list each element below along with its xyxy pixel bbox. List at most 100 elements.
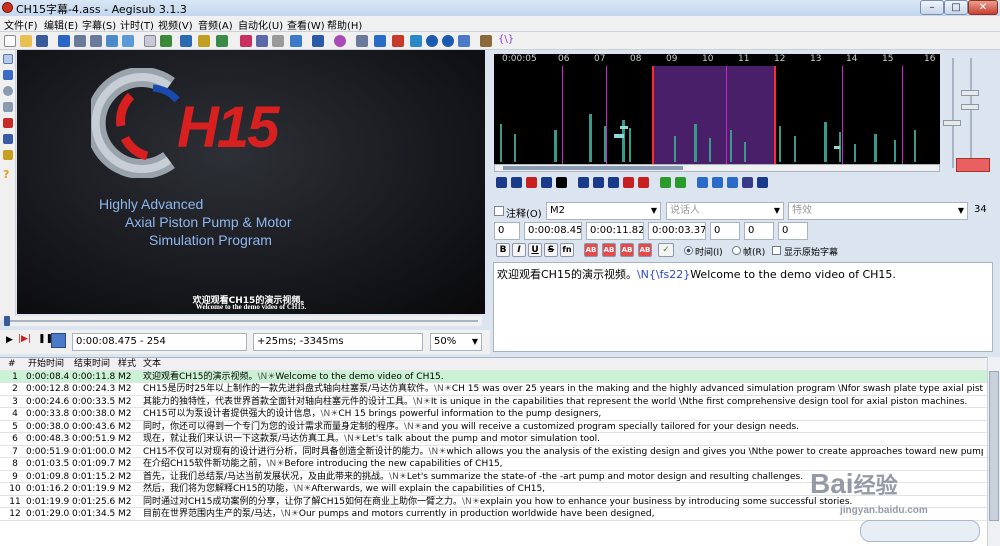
- play-500-start-icon[interactable]: [608, 177, 619, 188]
- bold-button[interactable]: B: [496, 243, 510, 257]
- margin-right-field[interactable]: 0: [744, 222, 774, 240]
- standard-tool-icon[interactable]: [3, 54, 13, 64]
- actor-field[interactable]: 说话人 ▼: [666, 202, 784, 220]
- video-zoom-select[interactable]: 50% ▼: [430, 333, 482, 351]
- font-size-field[interactable]: 34: [971, 202, 993, 220]
- auto-next-icon[interactable]: [712, 177, 723, 188]
- table-row[interactable]: 3 0:00:24.620:00:33.52M2 其能力的独特性，代表世界首款全面针…: [0, 396, 987, 408]
- timing-post-icon[interactable]: [216, 35, 228, 47]
- primary-color-button[interactable]: AB: [584, 243, 598, 257]
- shadow-color-button[interactable]: AB: [638, 243, 652, 257]
- play-line-icon[interactable]: |▶|: [18, 334, 31, 344]
- translation-icon[interactable]: [290, 35, 302, 47]
- audio-timeline-ruler[interactable]: 0:00:05 06 07 08 09 10 11 12 13 14 15 16: [494, 54, 940, 66]
- rotate-xy-icon[interactable]: [3, 102, 13, 112]
- auto-commit-icon[interactable]: [697, 177, 708, 188]
- margin-left-field[interactable]: 0: [710, 222, 740, 240]
- play-before-icon[interactable]: [578, 177, 589, 188]
- table-row[interactable]: 12 0:01:29.040:01:34.57M2 目前在世界范围内生产的泵/马达，…: [0, 508, 987, 521]
- goto-icon[interactable]: [675, 177, 686, 188]
- play-current-icon[interactable]: [541, 177, 552, 188]
- export-icon[interactable]: [106, 35, 118, 47]
- play-500-end-icon[interactable]: [623, 177, 634, 188]
- open-file-icon[interactable]: [20, 35, 32, 47]
- kanji-timer-icon[interactable]: [240, 35, 252, 47]
- comment-checkbox[interactable]: [494, 206, 504, 216]
- frame-radio[interactable]: [732, 246, 741, 255]
- shift-times-icon[interactable]: [356, 35, 368, 47]
- save-file-icon[interactable]: [36, 35, 48, 47]
- close-button[interactable]: ✕: [968, 0, 998, 15]
- menu-timing[interactable]: 计时(T): [120, 17, 154, 32]
- effect-field[interactable]: 特效 ▼: [788, 202, 968, 220]
- clip-tool-icon[interactable]: [3, 134, 13, 144]
- end-time-field[interactable]: 0:00:11.82: [586, 222, 644, 240]
- grid-scroll-thumb[interactable]: [989, 371, 999, 521]
- jump-to-icon[interactable]: [58, 35, 70, 47]
- fonts-collector-icon[interactable]: [180, 35, 192, 47]
- replace-icon[interactable]: [90, 35, 102, 47]
- strikeout-button[interactable]: S: [544, 243, 558, 257]
- video-time-field[interactable]: 0:00:08.475 - 254: [72, 333, 247, 351]
- menu-video[interactable]: 视频(V): [158, 17, 193, 32]
- start-time-field[interactable]: 0:00:08.45: [524, 222, 582, 240]
- check-icon[interactable]: [458, 35, 470, 47]
- commit-button[interactable]: ✓: [658, 243, 674, 257]
- attachments-icon[interactable]: [160, 35, 172, 47]
- drag-tool-icon[interactable]: [3, 70, 13, 80]
- resample-icon[interactable]: [198, 35, 210, 47]
- table-row[interactable]: 1 0:00:08.450:00:11.82M2 欢迎观看CH15的演示视频。\N☀…: [0, 370, 987, 383]
- find-icon[interactable]: [74, 35, 86, 47]
- menu-file[interactable]: 文件(F): [4, 17, 38, 32]
- seek-thumb[interactable]: [4, 316, 10, 326]
- stop-icon[interactable]: [556, 177, 567, 188]
- duration-field[interactable]: 0:00:03.37: [648, 222, 706, 240]
- margin-vertical-field[interactable]: 0: [778, 222, 808, 240]
- detach-video-icon[interactable]: [334, 35, 346, 47]
- spell-check-icon[interactable]: [256, 35, 268, 47]
- styles-manager-icon[interactable]: [144, 35, 156, 47]
- prev-line-icon[interactable]: [496, 177, 507, 188]
- properties-icon[interactable]: [122, 35, 134, 47]
- autoload-tag-label[interactable]: {\}: [498, 34, 514, 45]
- italic-button[interactable]: I: [512, 243, 526, 257]
- time-radio[interactable]: [684, 246, 693, 255]
- audio-scrollbar[interactable]: [494, 164, 940, 172]
- vertical-zoom-slider[interactable]: [943, 120, 961, 126]
- play-after-icon[interactable]: [593, 177, 604, 188]
- play-selection-icon[interactable]: [526, 177, 537, 188]
- snap-start-icon[interactable]: [374, 35, 386, 47]
- options-icon[interactable]: [480, 35, 492, 47]
- maximize-button[interactable]: □: [944, 0, 968, 15]
- play-to-end-icon[interactable]: [638, 177, 649, 188]
- tag-icon[interactable]: [272, 35, 284, 47]
- auto-scroll-icon[interactable]: [51, 333, 66, 348]
- table-row[interactable]: 5 0:00:38.080:00:43.62M2 同时，你还可以得到一个专门为您的设…: [0, 421, 987, 433]
- style-select[interactable]: M2 ▼: [546, 202, 661, 220]
- subtitle-text-edit[interactable]: 欢迎观看CH15的演示视频。\N{\fs22}Welcome to the de…: [493, 262, 993, 352]
- karaoke-icon[interactable]: [757, 177, 768, 188]
- menu-automation[interactable]: 自动化(U): [238, 17, 283, 32]
- menu-audio[interactable]: 音频(A): [198, 17, 233, 32]
- scale-tool-icon[interactable]: [3, 118, 13, 128]
- spectrum-mode-icon[interactable]: [742, 177, 753, 188]
- auto-scroll-icon[interactable]: [727, 177, 738, 188]
- next-line-icon[interactable]: [511, 177, 522, 188]
- help-icon[interactable]: ?: [3, 169, 13, 180]
- audio-scroll-thumb[interactable]: [503, 166, 683, 170]
- show-original-checkbox[interactable]: [772, 246, 781, 255]
- new-file-icon[interactable]: [4, 35, 16, 47]
- grid-scrollbar[interactable]: [987, 357, 1000, 546]
- menu-view[interactable]: 查看(W): [287, 17, 325, 32]
- underline-button[interactable]: U: [528, 243, 542, 257]
- table-row[interactable]: 2 0:00:12.800:00:24.32M2 CH15是历时25年以上制作的一款…: [0, 383, 987, 396]
- video-seek-bar[interactable]: [4, 316, 482, 326]
- table-row[interactable]: 7 0:00:51.940:01:00.05M2 CH15不仅可以对现有的设计进行分…: [0, 446, 987, 458]
- volume-slider-2[interactable]: [961, 104, 979, 110]
- volume-slider[interactable]: [961, 90, 979, 96]
- link-sliders-button[interactable]: [956, 158, 990, 172]
- menu-help[interactable]: 帮助(H): [327, 17, 362, 32]
- menu-subtitle[interactable]: 字幕(S): [82, 17, 116, 32]
- keyframes-icon[interactable]: [410, 35, 422, 47]
- outline-color-button[interactable]: AB: [620, 243, 634, 257]
